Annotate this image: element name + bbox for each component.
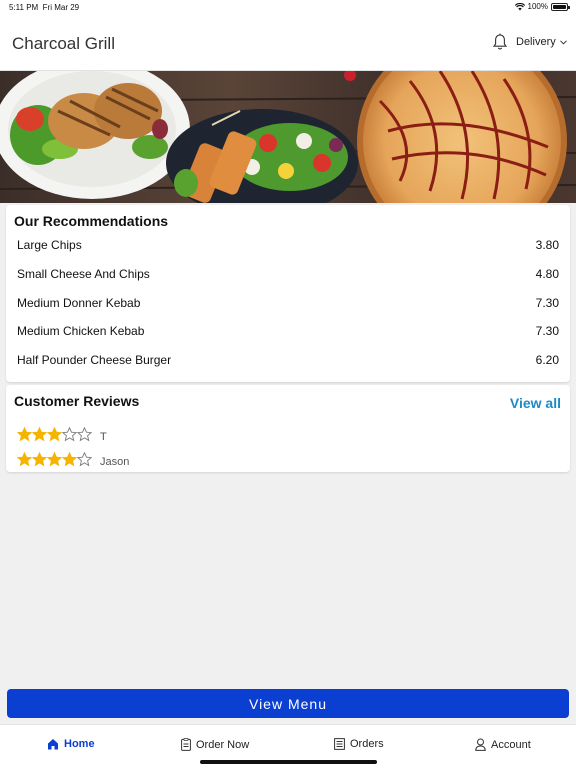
recommendation-item[interactable]: Half Pounder Cheese Burger 6.20 bbox=[17, 346, 559, 374]
review-item[interactable]: Jason bbox=[16, 451, 130, 472]
item-name: Medium Chicken Kebab bbox=[17, 324, 145, 338]
app-header: Charcoal Grill Delivery bbox=[0, 14, 576, 71]
star-filled-icon bbox=[16, 426, 33, 442]
star-filled-icon bbox=[16, 451, 33, 467]
tab-orders-label: Orders bbox=[350, 738, 384, 750]
item-price: 7.30 bbox=[535, 296, 559, 310]
status-time-date: 5:11 PM Fri Mar 29 bbox=[9, 3, 80, 12]
bell-icon[interactable] bbox=[492, 33, 508, 51]
star-filled-icon bbox=[46, 451, 63, 467]
home-icon bbox=[48, 739, 58, 750]
tab-home[interactable]: Home bbox=[47, 738, 95, 750]
item-price: 3.80 bbox=[535, 238, 559, 252]
item-price: 7.30 bbox=[535, 324, 559, 338]
star-empty-icon bbox=[61, 426, 78, 442]
tab-order-now-label: Order Now bbox=[196, 738, 250, 751]
recommendation-item[interactable]: Medium Donner Kebab 7.30 bbox=[17, 289, 559, 317]
receipt-icon bbox=[334, 738, 345, 750]
home-indicator bbox=[200, 760, 377, 764]
hero-food-image bbox=[0, 71, 576, 203]
reviewer-name: T bbox=[100, 431, 107, 443]
tab-account-label: Account bbox=[491, 738, 531, 751]
tab-order-now[interactable]: Order Now bbox=[181, 738, 249, 751]
status-bar: 5:11 PM Fri Mar 29 100% bbox=[0, 0, 576, 14]
star-empty-icon bbox=[76, 451, 93, 467]
reviews-title: Customer Reviews bbox=[14, 393, 140, 409]
delivery-label: Delivery bbox=[516, 36, 556, 48]
view-menu-button[interactable]: View Menu bbox=[7, 689, 569, 718]
order-icon bbox=[181, 738, 191, 751]
item-name: Medium Donner Kebab bbox=[17, 296, 141, 310]
item-price: 4.80 bbox=[535, 267, 559, 281]
reviews-card: Customer Reviews View all T Jason bbox=[6, 385, 570, 472]
star-filled-icon bbox=[31, 451, 48, 467]
tab-account[interactable]: Account bbox=[475, 738, 531, 751]
tab-orders[interactable]: Orders bbox=[334, 738, 384, 750]
item-name: Half Pounder Cheese Burger bbox=[17, 353, 172, 367]
recommendations-title: Our Recommendations bbox=[14, 213, 169, 229]
chevron-down-icon bbox=[559, 39, 567, 45]
star-filled-icon bbox=[31, 426, 48, 442]
wifi-icon bbox=[514, 2, 525, 10]
item-price: 6.20 bbox=[535, 353, 559, 367]
item-name: Large Chips bbox=[17, 238, 82, 252]
delivery-mode-selector[interactable]: Delivery bbox=[516, 36, 567, 48]
battery-icon bbox=[551, 2, 570, 11]
reviewer-name: Jason bbox=[100, 456, 130, 468]
star-rating bbox=[16, 451, 93, 472]
star-empty-icon bbox=[76, 426, 93, 442]
user-icon bbox=[475, 738, 486, 751]
star-filled-icon bbox=[46, 426, 63, 442]
view-all-link[interactable]: View all bbox=[510, 395, 561, 411]
review-item[interactable]: T bbox=[16, 426, 107, 447]
item-name: Small Cheese And Chips bbox=[17, 267, 150, 281]
recommendation-item[interactable]: Large Chips 3.80 bbox=[17, 231, 559, 259]
star-filled-icon bbox=[61, 451, 78, 467]
restaurant-title: Charcoal Grill bbox=[12, 34, 115, 53]
recommendation-item[interactable]: Medium Chicken Kebab 7.30 bbox=[17, 317, 559, 345]
star-rating bbox=[16, 426, 93, 447]
tab-home-label: Home bbox=[64, 738, 95, 750]
recommendation-item[interactable]: Small Cheese And Chips 4.80 bbox=[17, 260, 559, 288]
recommendations-card: Our Recommendations Large Chips 3.80 Sma… bbox=[6, 205, 570, 382]
battery-percent: 100% bbox=[527, 2, 548, 11]
